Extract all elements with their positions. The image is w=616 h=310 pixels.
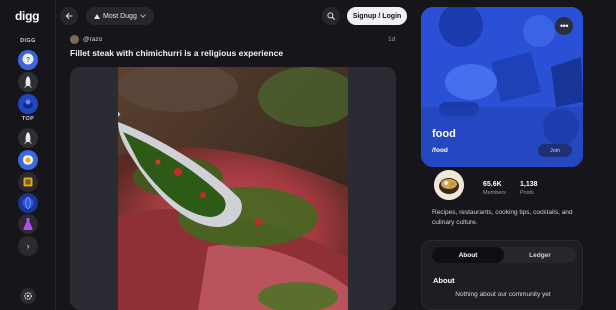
svg-text:?: ? xyxy=(26,57,30,64)
community-slug: /food xyxy=(432,147,448,154)
post-media[interactable] xyxy=(70,67,396,310)
sort-label: Most Dugg xyxy=(103,12,137,20)
search-icon xyxy=(327,12,335,20)
community-banner: ••• food /food Join xyxy=(421,7,583,167)
arrow-up-icon xyxy=(94,13,100,19)
rail-community-rocket[interactable] xyxy=(18,72,38,92)
community-avatar xyxy=(432,168,466,202)
rail-section-digg: DIGG xyxy=(20,38,36,44)
author-handle: @razo xyxy=(83,36,103,43)
posts-label: Posts xyxy=(520,190,534,196)
rail-top-egg[interactable] xyxy=(18,150,38,170)
signup-login-button[interactable]: Signup / Login xyxy=(347,7,407,25)
sort-dropdown[interactable]: Most Dugg xyxy=(86,7,154,25)
members-label: Members xyxy=(483,190,506,196)
chip-icon xyxy=(18,172,38,192)
back-button[interactable] xyxy=(60,7,78,25)
arrow-left-icon xyxy=(65,12,73,20)
members-stat: 65.6K Members xyxy=(483,181,506,196)
digg-logo[interactable]: digg xyxy=(15,9,39,23)
about-panel: About Ledger About Nothing about our com… xyxy=(421,240,583,310)
rail-top-globe[interactable] xyxy=(18,193,38,213)
about-text: Nothing about our community yet xyxy=(455,291,551,298)
post-author[interactable]: @razo xyxy=(70,35,102,44)
ellipsis-icon: ••• xyxy=(560,21,568,31)
members-count: 65.6K xyxy=(483,181,502,188)
chevron-down-icon xyxy=(140,14,146,18)
about-heading: About xyxy=(433,276,455,285)
rail-community-help[interactable]: ? xyxy=(18,50,38,70)
tab-ledger[interactable]: Ledger xyxy=(504,247,576,263)
rail-section-top: TOP xyxy=(21,116,35,122)
community-description: Recipes, restaurants, cooking tips, cock… xyxy=(432,209,573,226)
tab-about[interactable]: About xyxy=(432,247,504,263)
gear-icon xyxy=(24,292,32,300)
more-options-button[interactable]: ••• xyxy=(555,17,573,35)
rocket-icon xyxy=(18,72,38,92)
community-name: food xyxy=(432,128,456,140)
search-button[interactable] xyxy=(322,7,340,25)
noodle-bowl-icon xyxy=(434,170,464,200)
chevron-right-icon: › xyxy=(26,241,30,251)
join-button[interactable]: Join xyxy=(538,144,572,157)
steak-photo xyxy=(118,67,348,310)
posts-stat: 1,138 Posts xyxy=(520,181,538,196)
fried-egg-icon xyxy=(18,150,38,170)
flask-icon xyxy=(18,214,38,234)
author-avatar xyxy=(70,35,79,44)
rail-top-chip[interactable] xyxy=(18,172,38,192)
left-rail: digg DIGG ? TOP › xyxy=(0,0,56,310)
rail-community-food[interactable] xyxy=(18,94,38,114)
question-bubble-icon: ? xyxy=(18,50,38,70)
bowl-icon xyxy=(18,94,38,114)
globe-icon xyxy=(18,193,38,213)
rail-top-rocket[interactable] xyxy=(18,128,38,148)
post-timestamp: 1d xyxy=(388,36,396,43)
post-title[interactable]: Fillet steak with chimichurri is a relig… xyxy=(70,48,283,58)
posts-count: 1,138 xyxy=(520,181,538,188)
settings-button[interactable] xyxy=(20,288,36,304)
community-tabs: About Ledger xyxy=(432,247,576,263)
rail-more-button[interactable]: › xyxy=(18,236,38,256)
rail-top-potion[interactable] xyxy=(18,214,38,234)
rocket-icon xyxy=(18,128,38,148)
